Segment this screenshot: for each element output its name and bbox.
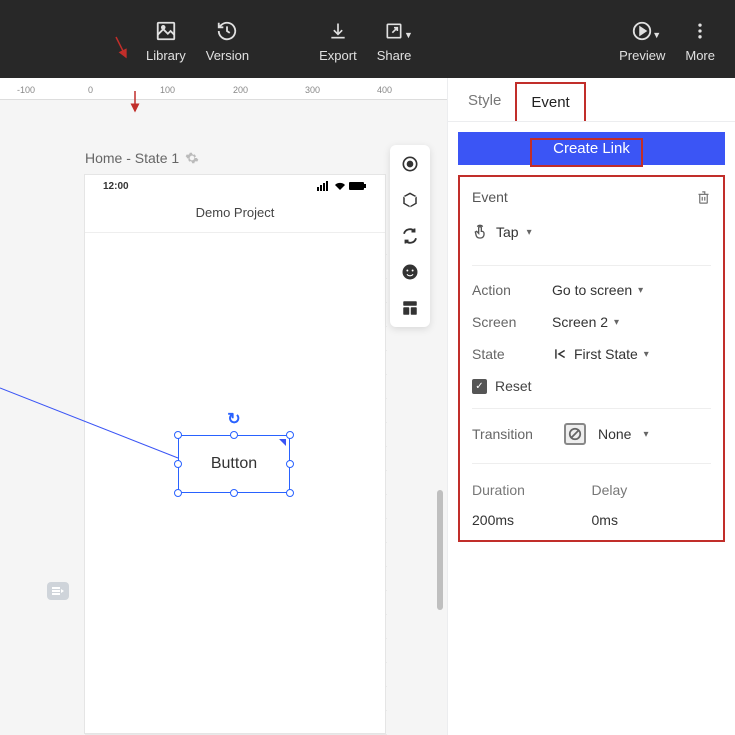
chevron-down-icon: ▾ bbox=[638, 285, 643, 296]
share-icon bbox=[383, 20, 405, 42]
preview-label: Preview bbox=[619, 48, 665, 63]
chevron-down-icon: ▾ bbox=[614, 317, 619, 328]
preview-button[interactable]: ▼ Preview bbox=[609, 12, 675, 67]
checkbox-checked-icon: ✓ bbox=[472, 379, 487, 394]
delay-label: Delay bbox=[592, 482, 712, 498]
export-button[interactable]: Export bbox=[309, 12, 367, 67]
history-icon bbox=[216, 20, 238, 42]
tab-event[interactable]: Event bbox=[515, 82, 585, 121]
trash-icon[interactable] bbox=[696, 190, 711, 205]
breadcrumb[interactable]: Home - State 1 bbox=[85, 150, 199, 166]
tab-style[interactable]: Style bbox=[454, 82, 515, 121]
library-label: Library bbox=[146, 48, 186, 63]
trigger-dropdown[interactable]: Tap ▾ bbox=[472, 223, 711, 241]
vertical-scrollbar[interactable] bbox=[437, 490, 443, 610]
chevron-down-icon: ▼ bbox=[652, 30, 661, 40]
delay-input[interactable]: 0ms bbox=[592, 512, 712, 528]
resize-handle[interactable] bbox=[230, 489, 238, 497]
more-vertical-icon bbox=[689, 20, 711, 42]
resize-handle[interactable] bbox=[174, 460, 182, 468]
resize-handle[interactable] bbox=[174, 431, 182, 439]
link-indicator-icon bbox=[279, 439, 286, 446]
state-value: First State bbox=[574, 346, 638, 362]
gear-icon[interactable] bbox=[185, 151, 199, 165]
selected-element[interactable]: ↻ Button bbox=[178, 435, 290, 493]
screen-label: Screen bbox=[472, 314, 552, 330]
more-button[interactable]: More bbox=[675, 12, 725, 67]
create-link-button[interactable]: Create Link bbox=[458, 132, 725, 165]
device-statusbar: 12:00 bbox=[85, 175, 385, 197]
trigger-value: Tap bbox=[496, 224, 519, 240]
resize-handle[interactable] bbox=[230, 431, 238, 439]
state-label: State bbox=[472, 346, 552, 362]
tap-icon bbox=[472, 223, 488, 241]
event-section-title: Event bbox=[472, 189, 508, 205]
version-button[interactable]: Version bbox=[196, 12, 259, 67]
status-indicators bbox=[317, 181, 367, 191]
resize-handle[interactable] bbox=[174, 489, 182, 497]
action-value: Go to screen bbox=[552, 282, 632, 298]
project-title: Demo Project bbox=[85, 197, 385, 233]
duration-label: Duration bbox=[472, 482, 592, 498]
download-icon bbox=[327, 20, 349, 42]
share-label: Share bbox=[377, 48, 412, 63]
version-label: Version bbox=[206, 48, 249, 63]
transition-value: None bbox=[598, 426, 631, 442]
resize-handle[interactable] bbox=[286, 460, 294, 468]
target-icon[interactable] bbox=[399, 153, 421, 175]
screen-dropdown[interactable]: Screen Screen 2 ▾ bbox=[472, 314, 711, 330]
share-button[interactable]: ▼ Share bbox=[367, 12, 422, 67]
chevron-down-icon: ▾ bbox=[527, 227, 532, 238]
inspector-tabs: Style Event bbox=[448, 78, 735, 122]
library-button[interactable]: Library bbox=[136, 12, 196, 67]
more-label: More bbox=[685, 48, 715, 63]
resize-handle[interactable] bbox=[286, 431, 294, 439]
main-toolbar: Library Version Export ▼ Share bbox=[0, 0, 735, 78]
state-dropdown[interactable]: State First State ▾ bbox=[472, 346, 711, 362]
rotate-handle-icon[interactable]: ↻ bbox=[227, 409, 240, 429]
export-label: Export bbox=[319, 48, 357, 63]
breadcrumb-text: Home - State 1 bbox=[85, 150, 179, 166]
image-icon bbox=[155, 20, 177, 42]
chevron-down-icon: ▼ bbox=[404, 30, 413, 40]
first-state-icon bbox=[552, 347, 568, 361]
status-time: 12:00 bbox=[103, 181, 129, 192]
layout-icon[interactable] bbox=[399, 297, 421, 319]
play-icon bbox=[631, 20, 653, 42]
panel-expand-handle[interactable] bbox=[47, 582, 69, 600]
transition-dropdown[interactable]: Transition None ▾ bbox=[472, 409, 711, 445]
button-label: Button bbox=[211, 455, 257, 473]
action-label: Action bbox=[472, 282, 552, 298]
chevron-down-icon: ▾ bbox=[643, 429, 648, 440]
floating-toolbar bbox=[390, 145, 430, 327]
transition-label: Transition bbox=[472, 426, 552, 442]
sync-icon[interactable] bbox=[399, 225, 421, 247]
screen-value: Screen 2 bbox=[552, 314, 608, 330]
selected-button[interactable]: Button bbox=[178, 435, 290, 493]
reset-label: Reset bbox=[495, 378, 532, 394]
horizontal-ruler: -100 0 100 200 300 400 bbox=[0, 78, 447, 100]
smile-icon[interactable] bbox=[399, 261, 421, 283]
event-section: Event Tap ▾ Action Go to screen ▾ bbox=[458, 175, 725, 542]
action-dropdown[interactable]: Action Go to screen ▾ bbox=[472, 282, 711, 298]
chevron-down-icon: ▾ bbox=[644, 349, 649, 360]
reset-checkbox[interactable]: ✓ Reset bbox=[472, 378, 711, 409]
cube-icon[interactable] bbox=[399, 189, 421, 211]
duration-input[interactable]: 200ms bbox=[472, 512, 592, 528]
resize-handle[interactable] bbox=[286, 489, 294, 497]
inspector-panel: Style Event Create Link Event bbox=[447, 78, 735, 735]
canvas-area[interactable]: -100 0 100 200 300 400 Home - State 1 12… bbox=[0, 78, 447, 735]
none-icon bbox=[564, 423, 586, 445]
